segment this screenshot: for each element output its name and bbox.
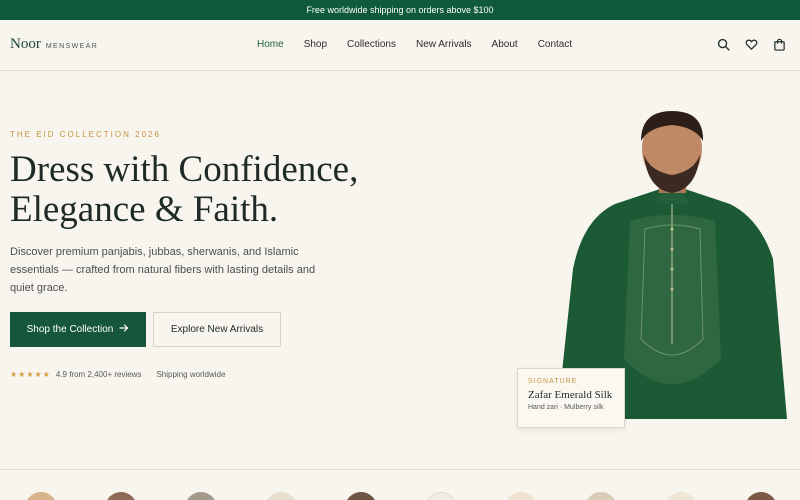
headline-line-1: Dress with Confidence, (10, 149, 359, 190)
category-thumb-5[interactable] (345, 492, 377, 500)
category-thumb-4[interactable] (265, 492, 297, 500)
rating-text: 4.9 from 2,400+ reviews (55, 370, 142, 379)
main-nav: Home Shop Collections New Arrivals About… (257, 39, 592, 50)
nav-shop[interactable]: Shop (304, 39, 327, 50)
category-thumb-10[interactable] (745, 492, 777, 500)
signature-title: Zafar Emerald Silk (528, 389, 613, 401)
category-thumb-7[interactable] (505, 492, 537, 500)
nav-collections[interactable]: Collections (347, 39, 396, 50)
signature-card[interactable]: SIGNATURE Zafar Emerald Silk Hand zari ·… (517, 368, 625, 428)
signature-label: SIGNATURE (528, 378, 578, 385)
category-thumb-6[interactable] (425, 492, 457, 500)
shop-collection-button[interactable]: Shop the Collection (10, 312, 146, 347)
hero-description: Discover premium panjabis, jubbas, sherw… (10, 246, 316, 294)
headline-line-2: Elegance & Faith. (10, 189, 279, 230)
category-thumb-9[interactable] (665, 492, 697, 500)
search-icon[interactable] (717, 38, 730, 51)
nav-home[interactable]: Home (257, 39, 284, 50)
nav-about[interactable]: About (492, 39, 518, 50)
signature-subtitle: Hand zari · Mulberry silk (528, 404, 604, 411)
brand-subtitle: MENSWEAR (45, 43, 99, 50)
category-thumb-1[interactable] (25, 492, 57, 500)
rating-row: ★★★★★ 4.9 from 2,400+ reviews Shipping w… (10, 370, 225, 379)
hero-section: THE EID COLLECTION 2026 Dress with Confi… (0, 71, 800, 469)
brand-logo[interactable]: Noor MENSWEAR (10, 36, 98, 53)
shipping-text: Shipping worldwide (156, 370, 226, 379)
category-thumb-2[interactable] (105, 492, 137, 500)
explore-new-arrivals-button[interactable]: Explore New Arrivals (153, 312, 281, 347)
nav-new-arrivals[interactable]: New Arrivals (416, 39, 472, 50)
hero-eyebrow: THE EID COLLECTION 2026 (10, 130, 161, 139)
header-icons (717, 38, 786, 51)
arrow-right-icon (119, 323, 129, 336)
category-thumbnails (0, 492, 800, 500)
bag-icon[interactable] (773, 38, 786, 51)
category-thumb-8[interactable] (585, 492, 617, 500)
heart-icon[interactable] (745, 38, 758, 51)
site-header: Noor MENSWEAR Home Shop Collections New … (0, 20, 800, 71)
brand-name: Noor (10, 36, 41, 52)
star-rating-icon: ★★★★★ (10, 370, 51, 379)
shop-collection-label: Shop the Collection (26, 324, 114, 335)
nav-contact[interactable]: Contact (538, 39, 572, 50)
explore-new-arrivals-label: Explore New Arrivals (170, 324, 264, 335)
category-thumb-3[interactable] (185, 492, 217, 500)
announcement-text: Free worldwide shipping on orders above … (306, 5, 494, 15)
section-divider (0, 469, 800, 470)
hero-headline: Dress with Confidence, Elegance & Faith. (10, 150, 370, 230)
announcement-bar: Free worldwide shipping on orders above … (0, 0, 800, 20)
